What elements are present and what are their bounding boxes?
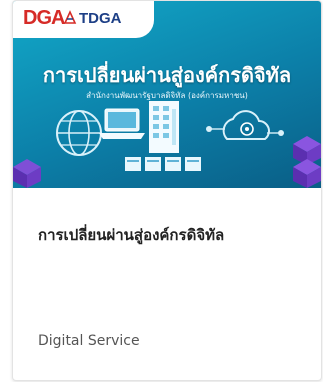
tdga-logo: TDGA xyxy=(79,10,122,27)
tdga-logo-mark-icon xyxy=(63,10,77,24)
course-title[interactable]: การเปลี่ยนผ่านสู่องค์กรดิจิทัล xyxy=(38,223,318,247)
cube-right-icon xyxy=(293,136,321,188)
dga-logo: DGA xyxy=(23,7,65,29)
card-thumbnail[interactable]: DGA TDGA การเปลี่ยนผ่านสู่องค์กรดิจิทัล … xyxy=(13,1,321,188)
cloud-icon xyxy=(206,110,284,140)
laptop-icon xyxy=(99,108,145,139)
course-card[interactable]: DGA TDGA การเปลี่ยนผ่านสู่องค์กรดิจิทัล … xyxy=(12,0,322,381)
thumbnail-illustration xyxy=(13,101,321,188)
course-category: Digital Service xyxy=(38,333,140,349)
globe-icon xyxy=(56,110,102,156)
server-icon xyxy=(125,157,201,171)
thumbnail-headline: การเปลี่ยนผ่านสู่องค์กรดิจิทัล xyxy=(42,63,292,87)
cube-left-icon xyxy=(13,159,41,188)
logo-strip: DGA TDGA xyxy=(13,1,154,38)
building-icon xyxy=(149,101,179,153)
